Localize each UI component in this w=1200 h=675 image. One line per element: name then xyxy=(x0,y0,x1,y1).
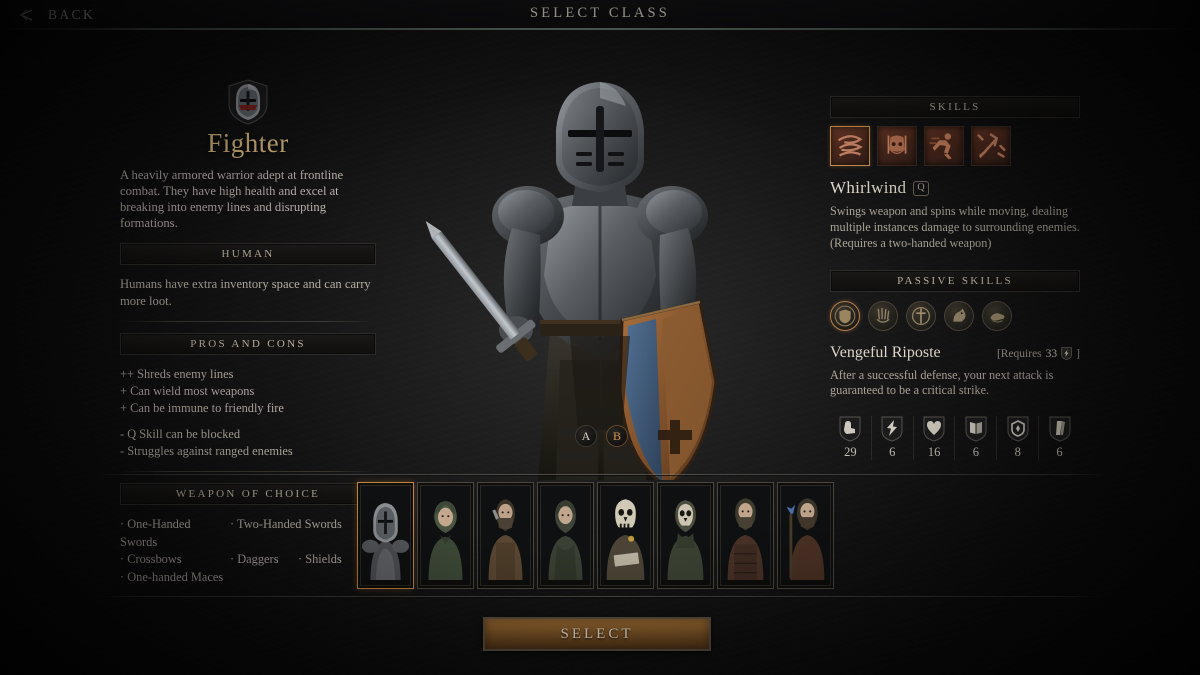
horse-passive-icon[interactable] xyxy=(944,300,974,331)
resourcefulness-stat-icon xyxy=(1007,416,1029,442)
proscons-header-label: PROS AND CONS xyxy=(190,337,306,350)
race-header: HUMAN xyxy=(120,243,376,266)
portrait-rogue[interactable] xyxy=(477,482,534,589)
select-button-label: SELECT xyxy=(560,625,634,642)
weapon-item: · Crossbows xyxy=(120,552,182,567)
sword-cross-passive-icon[interactable] xyxy=(906,300,936,331)
stat-knowledge: 6 xyxy=(954,416,996,461)
skills-header: SKILLS xyxy=(830,96,1080,118)
passive-skills-header-label: PASSIVE SKILLS xyxy=(897,274,1013,287)
slam-skill-icon[interactable] xyxy=(971,126,1011,166)
selected-passive-title: Vengeful Riposte [Requires 33 ] xyxy=(830,344,1080,362)
requires-prefix: [Requires xyxy=(996,347,1042,360)
weapon-item: · Shields xyxy=(298,552,342,567)
knowledge-stat-icon xyxy=(965,416,987,442)
skills-header-label: SKILLS xyxy=(929,101,981,113)
stat-value: 29 xyxy=(844,445,857,460)
weapon-item: · One-Handed Swords xyxy=(120,517,191,549)
race-header-label: HUMAN xyxy=(221,248,275,261)
passive-skills-header: PASSIVE SKILLS xyxy=(830,269,1080,292)
skill-icon-row xyxy=(830,126,1080,166)
stat-value: 6 xyxy=(972,445,980,460)
skill-keybind-badge: Q xyxy=(913,180,929,196)
stat-will: 6 xyxy=(1038,416,1080,461)
passive-icon-row xyxy=(830,300,1080,331)
weapon-item: · One-handed Maces xyxy=(120,569,224,584)
stat-value: 8 xyxy=(1014,445,1021,460)
class-info-panel: Fighter A heavily armored warrior adept … xyxy=(120,78,376,586)
selected-skill-description: Swings weapon and spins while moving, de… xyxy=(830,204,1080,250)
pro-item: + Can wield most weapons xyxy=(120,384,255,399)
select-button[interactable]: SELECT xyxy=(483,617,711,651)
vitality-stat-icon xyxy=(923,416,945,442)
pose-toggle-a[interactable]: A xyxy=(575,425,597,447)
agility-shield-icon xyxy=(1061,347,1072,361)
portrait-fighter[interactable] xyxy=(357,482,414,589)
portrait-barbarian[interactable] xyxy=(717,482,774,589)
class-description: A heavily armored warrior adept at front… xyxy=(120,168,344,231)
portrait-wizard[interactable] xyxy=(777,482,834,589)
pros-list: ++ Shreds enemy lines + Can wield most w… xyxy=(120,366,376,417)
race-description: Humans have extra inventory space and ca… xyxy=(120,277,371,309)
pose-toggle-group: A B xyxy=(575,425,628,447)
selected-skill-title: Whirlwind Q xyxy=(830,178,1080,198)
top-bar: BACK SELECT CLASS xyxy=(0,0,1200,30)
proscons-header: PROS AND CONS xyxy=(120,332,376,355)
weapons-header: WEAPON OF CHOICE xyxy=(120,483,376,506)
selected-skill-name: Whirlwind xyxy=(830,178,907,197)
skills-panel: SKILLS Whirlwind Q Swings weapon and spi… xyxy=(830,96,1080,461)
stat-resourcefulness: 8 xyxy=(996,416,1038,461)
requires-value: 33 xyxy=(1045,347,1058,360)
pose-toggle-b[interactable]: B xyxy=(606,425,628,447)
con-item: - Q Skill can be blocked xyxy=(120,427,241,442)
selected-passive-description: After a successful defense, your next at… xyxy=(830,367,1054,398)
weapon-item: · Daggers xyxy=(230,552,279,567)
stat-strength: 29 xyxy=(830,416,871,460)
agility-stat-icon xyxy=(881,416,903,442)
requires-suffix: ] xyxy=(1076,347,1080,360)
weapons-list: · One-Handed Swords · Two-Handed Swords … xyxy=(120,516,376,585)
class-name: Fighter xyxy=(207,128,289,158)
portrait-druid[interactable] xyxy=(537,482,594,589)
rage-skill-icon[interactable] xyxy=(877,126,917,166)
stat-value: 6 xyxy=(889,445,896,460)
portrait-ranger[interactable] xyxy=(417,482,474,589)
stats-row: 29 6 16 6 8 6 xyxy=(830,416,1080,461)
strength-stat-icon xyxy=(839,416,861,442)
character-preview xyxy=(400,30,800,488)
stat-value: 6 xyxy=(1056,445,1063,460)
select-class-screen: BACK SELECT CLASS Fighter A heavily armo… xyxy=(0,0,1200,675)
class-portrait-strip xyxy=(357,482,834,589)
class-crest xyxy=(120,78,376,126)
weapons-header-label: WEAPON OF CHOICE xyxy=(175,488,321,501)
selected-passive-name: Vengeful Riposte xyxy=(830,343,941,361)
cons-list: - Q Skill can be blocked - Struggles aga… xyxy=(120,426,376,460)
pro-item: ++ Shreds enemy lines xyxy=(120,366,234,381)
passive-requirement: [Requires 33 ] xyxy=(996,347,1080,361)
pro-item: + Can be immune to friendly fire xyxy=(120,401,284,416)
shield-passive-icon[interactable] xyxy=(830,300,860,331)
fist-passive-icon[interactable] xyxy=(982,300,1012,331)
stat-value: 16 xyxy=(927,445,941,460)
con-item: - Struggles against ranged enemies xyxy=(120,444,293,459)
claw-passive-icon[interactable] xyxy=(868,300,898,331)
portrait-cleric[interactable] xyxy=(657,482,714,589)
divider-bottom xyxy=(95,596,1105,598)
screen-title: SELECT CLASS xyxy=(529,5,671,21)
whirlwind-skill-icon[interactable] xyxy=(830,126,870,166)
weapon-item: · Two-Handed Swords xyxy=(230,517,342,532)
stat-vitality: 16 xyxy=(912,416,955,461)
stat-agility: 6 xyxy=(870,416,913,461)
knight-helm-shield-icon xyxy=(228,79,268,125)
will-stat-icon xyxy=(1049,416,1071,442)
sprint-skill-icon[interactable] xyxy=(924,126,964,166)
portrait-warlock[interactable] xyxy=(597,482,654,589)
